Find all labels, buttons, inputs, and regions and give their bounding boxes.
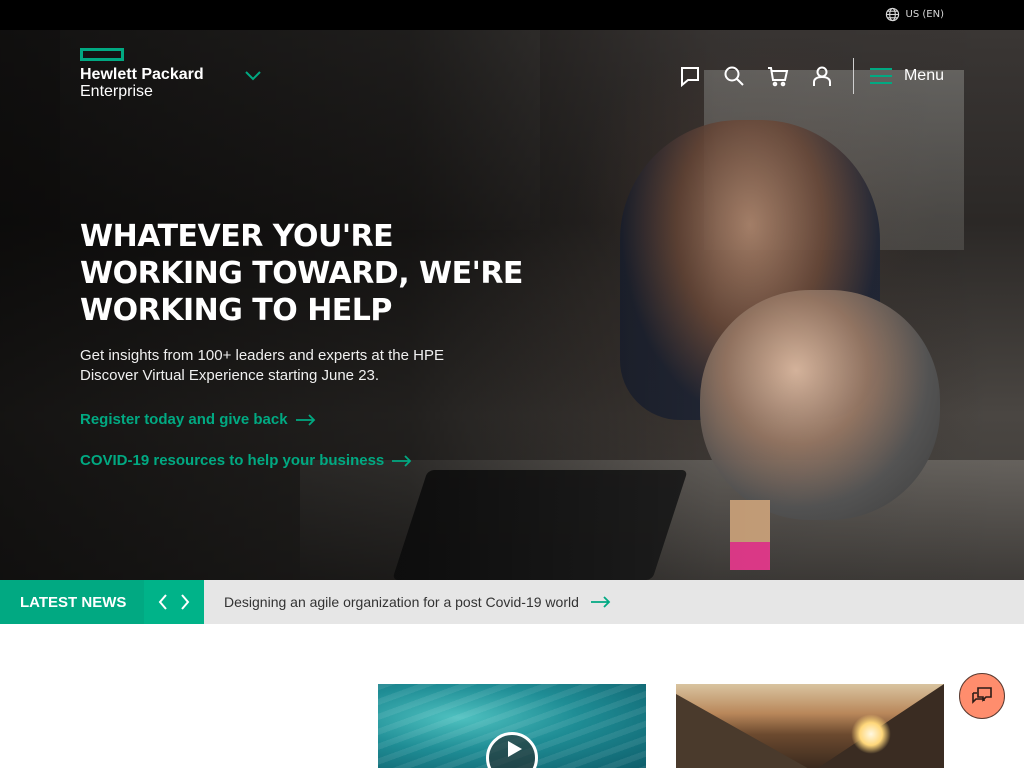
news-headline-link[interactable]: Designing an agile organization for a po… <box>224 580 611 624</box>
hamburger-icon <box>869 68 892 84</box>
register-link-label: Register today and give back <box>80 411 288 428</box>
globe-icon <box>885 7 899 22</box>
headline-line-1: WHATEVER YOU'RE <box>80 219 394 254</box>
arrow-right-icon <box>295 413 315 426</box>
covid-resources-link-label: COVID-19 resources to help your business <box>80 452 385 469</box>
covid-resources-link[interactable]: COVID-19 resources to help your business <box>80 452 540 469</box>
logo-mark <box>80 48 124 61</box>
chat-bubbles-icon <box>972 687 992 704</box>
subtext-line-2: Discover Virtual Experience starting Jun… <box>80 367 380 384</box>
nav-divider <box>852 58 854 94</box>
feature-card-ocean[interactable] <box>378 684 646 768</box>
hero-headline: WHATEVER YOU'RE WORKING TOWARD, WE'RE WO… <box>80 218 540 329</box>
subtext-line-1: Get insights from 100+ leaders and exper… <box>80 347 444 364</box>
sunset-glow <box>851 714 891 754</box>
hero-subtext: Get insights from 100+ leaders and exper… <box>80 346 540 386</box>
chevron-down-icon[interactable] <box>244 66 262 84</box>
news-carousel-controls <box>144 580 204 624</box>
locale-selector[interactable]: US (EN) <box>885 7 944 22</box>
search-icon[interactable] <box>723 65 745 87</box>
locale-label: US (EN) <box>905 9 944 20</box>
site-header: Hewlett Packard Enterprise Menu <box>80 48 944 104</box>
hpe-logo[interactable]: Hewlett Packard Enterprise <box>80 48 220 100</box>
menu-button[interactable]: Menu <box>869 67 944 85</box>
logo-line-1: Hewlett Packard <box>80 66 204 83</box>
play-icon <box>507 741 522 757</box>
user-icon[interactable] <box>811 65 833 87</box>
headline-line-2: WORKING TOWARD, WE'RE <box>80 256 523 291</box>
logo-wordmark: Hewlett Packard Enterprise <box>80 66 220 100</box>
chat-icon[interactable] <box>679 65 701 87</box>
news-headline: Designing an agile organization for a po… <box>224 594 579 610</box>
chevron-right-icon[interactable] <box>179 594 191 610</box>
cart-icon[interactable] <box>767 65 789 87</box>
latest-news-label: LATEST NEWS <box>0 580 144 624</box>
chevron-left-icon[interactable] <box>157 594 169 610</box>
headline-line-3: WORKING TO HELP <box>80 293 392 328</box>
menu-label: Menu <box>903 67 944 84</box>
register-link[interactable]: Register today and give back <box>80 411 540 428</box>
arrow-right-icon <box>392 454 412 467</box>
utility-bar: US (EN) <box>0 0 1024 30</box>
chat-support-button[interactable] <box>959 673 1005 719</box>
feature-card-mountain[interactable] <box>676 684 944 768</box>
hero-copy: WHATEVER YOU'RE WORKING TOWARD, WE'RE WO… <box>80 218 540 469</box>
play-button[interactable] <box>486 732 538 768</box>
header-nav: Menu <box>679 58 944 94</box>
latest-news-bar: LATEST NEWS Designing an agile organizat… <box>0 580 1024 624</box>
arrow-right-icon <box>590 596 611 608</box>
logo-line-2: Enterprise <box>80 83 153 100</box>
